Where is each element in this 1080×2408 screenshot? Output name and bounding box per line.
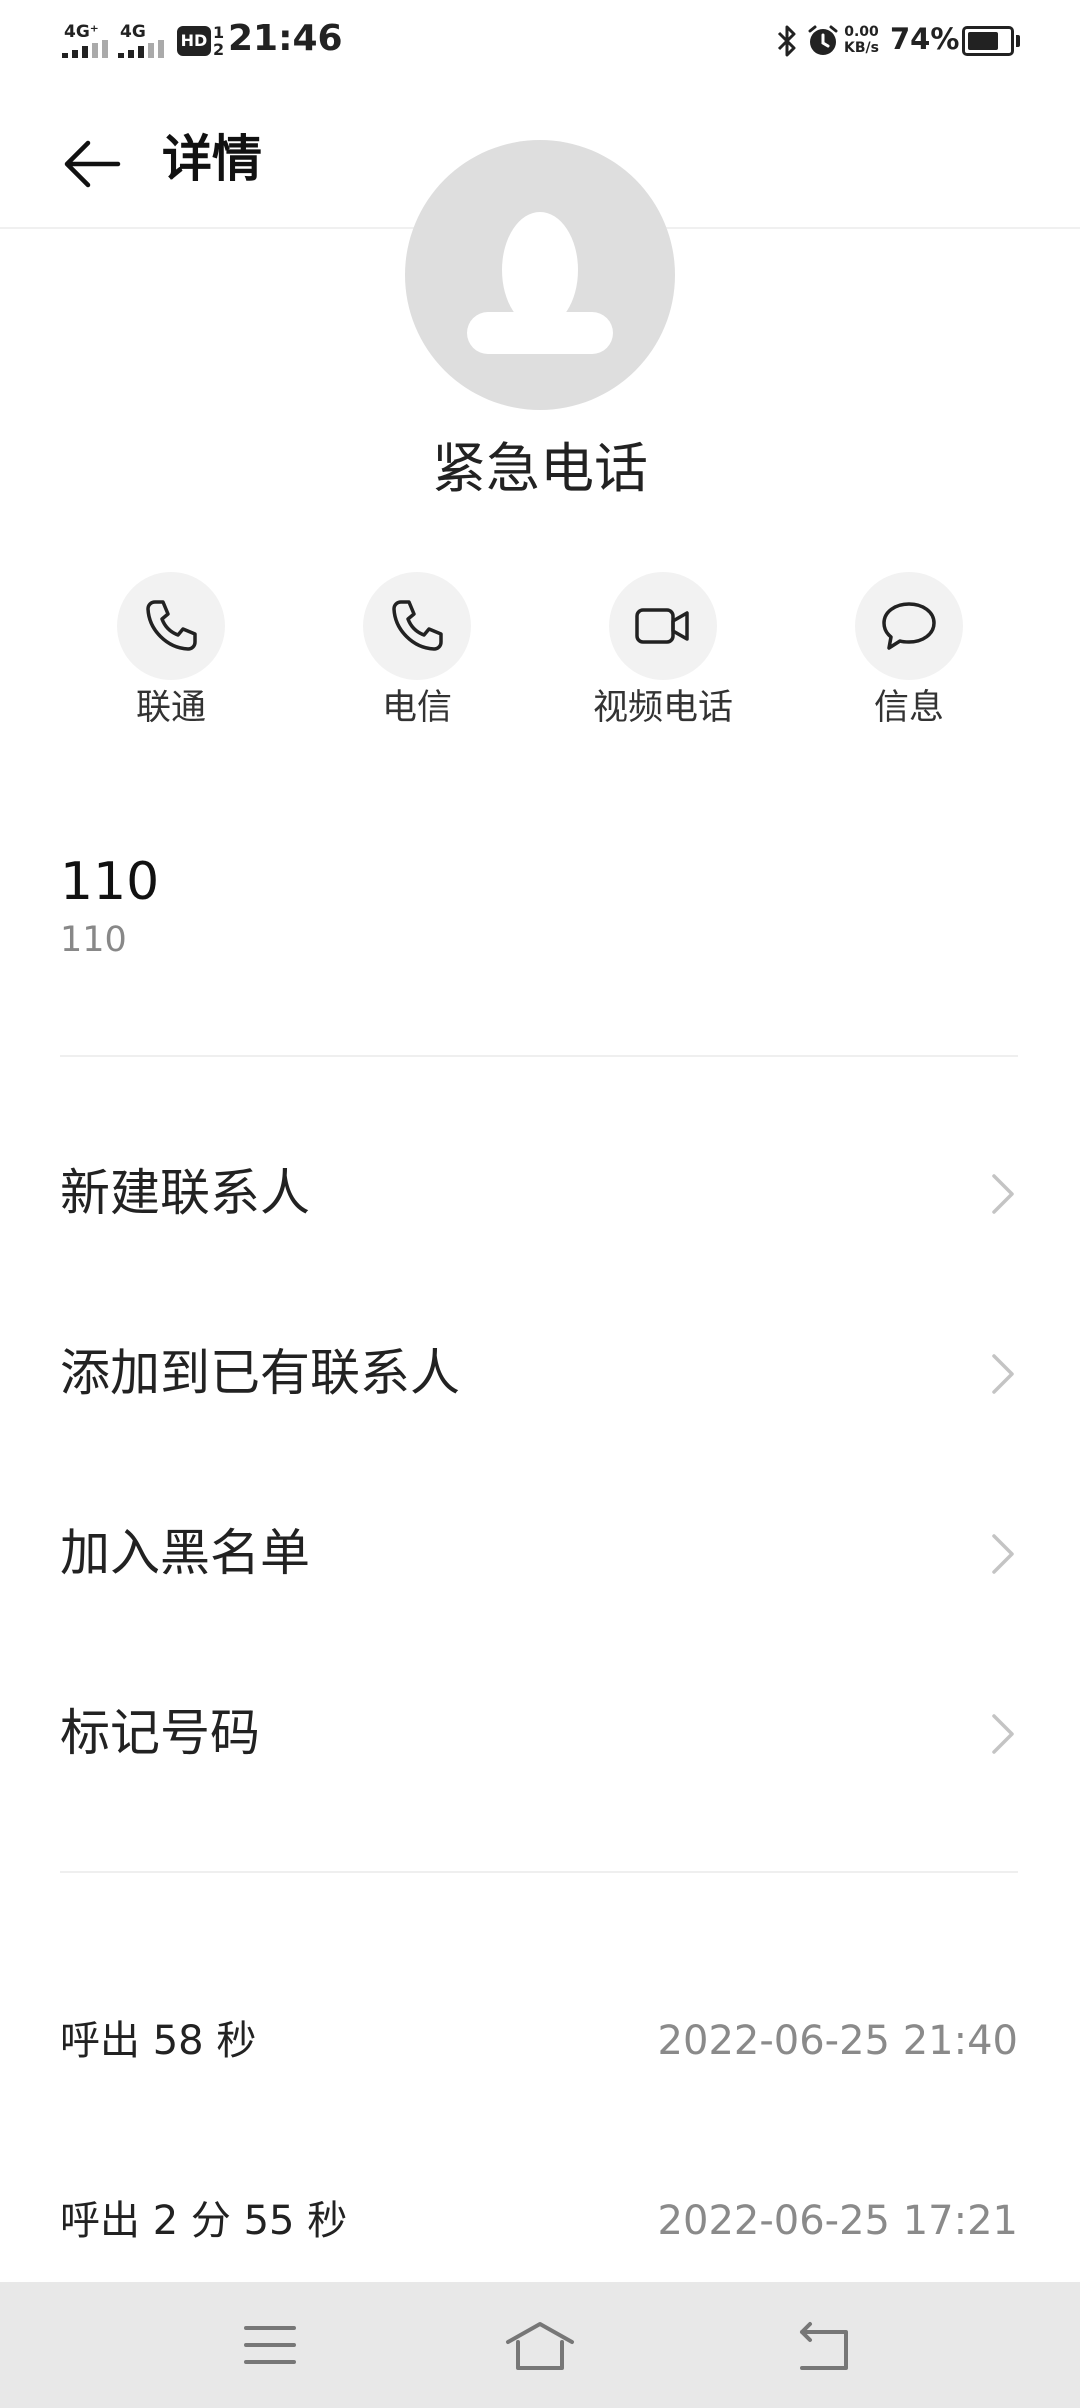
system-navigation-bar <box>0 2282 1080 2408</box>
battery-tip <box>1016 35 1020 47</box>
chevron-right-icon <box>992 1174 1014 1214</box>
divider <box>60 1055 1018 1057</box>
add-to-blacklist-item[interactable]: 加入黑名单 <box>0 1463 1080 1643</box>
video-camera-icon <box>635 608 689 644</box>
home-icon[interactable] <box>500 2312 580 2378</box>
status-bar: 4G⁺ 4G HD 1 2 21:46 0.00 KB/s 74% <box>0 0 1080 84</box>
sim2-signal-icon: 4G <box>118 22 174 58</box>
contact-avatar <box>405 140 675 410</box>
call-log-row: 呼出 2 分 55 秒 2022-06-25 17:21 <box>0 2163 1080 2283</box>
phone-number-location: 110 <box>60 920 127 960</box>
call-log-time: 2022-06-25 17:21 <box>657 2198 1018 2244</box>
mark-number-item[interactable]: 标记号码 <box>0 1643 1080 1823</box>
call-log-row: 呼出 58 秒 2022-06-25 21:40 <box>0 1983 1080 2103</box>
battery-level-fill <box>968 32 998 50</box>
video-call-button[interactable]: 视频电话 <box>563 572 763 732</box>
divider <box>60 1871 1018 1873</box>
phone-number[interactable]: 110 <box>60 848 159 916</box>
call-log-time: 2022-06-25 21:40 <box>657 2018 1018 2064</box>
battery-percent: 74% <box>890 22 960 56</box>
clock: 21:46 <box>228 18 343 59</box>
chevron-right-icon <box>992 1714 1014 1754</box>
alarm-icon <box>808 25 838 55</box>
contact-name: 紧急电话 <box>432 437 648 500</box>
network-speed: 0.00 KB/s <box>844 24 879 56</box>
call-telecom-button[interactable]: 电信 <box>317 572 517 732</box>
add-to-existing-contact-item[interactable]: 添加到已有联系人 <box>0 1283 1080 1463</box>
phone-icon <box>146 600 197 651</box>
message-button[interactable]: 信息 <box>809 572 1009 732</box>
hd-sim-index: 1 2 <box>213 23 225 59</box>
hd-voice-icon: HD <box>177 26 211 56</box>
back-icon[interactable] <box>784 2312 864 2378</box>
chevron-right-icon <box>992 1354 1014 1394</box>
menu-icon[interactable] <box>230 2312 310 2378</box>
person-placeholder-icon <box>467 212 613 354</box>
battery-icon <box>962 26 1014 56</box>
back-arrow-icon[interactable] <box>56 124 136 204</box>
phone-icon <box>392 600 443 651</box>
bluetooth-icon <box>777 25 796 57</box>
call-log-type: 呼出 2 分 55 秒 <box>60 2198 348 2244</box>
sim1-signal-icon: 4G⁺ <box>62 22 118 58</box>
page-title: 详情 <box>162 130 262 188</box>
new-contact-item[interactable]: 新建联系人 <box>0 1103 1080 1283</box>
chevron-right-icon <box>992 1534 1014 1574</box>
message-bubble-icon <box>882 602 936 650</box>
call-log-type: 呼出 58 秒 <box>60 2018 257 2064</box>
call-unicom-button[interactable]: 联通 <box>71 572 271 732</box>
